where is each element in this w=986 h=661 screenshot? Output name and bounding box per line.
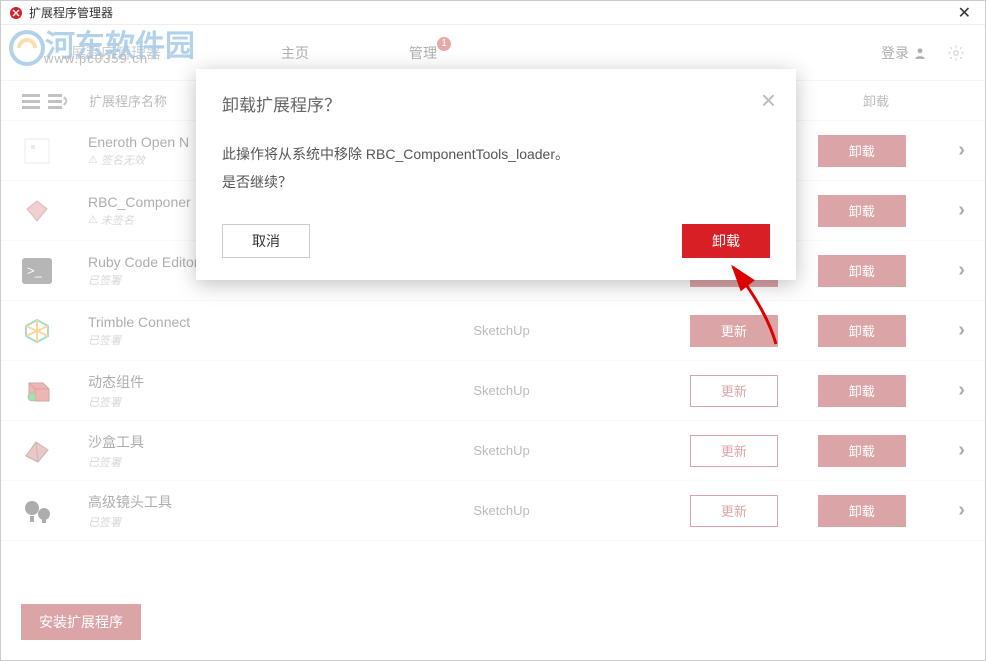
app-icon — [9, 6, 23, 20]
dialog-cancel-button[interactable]: 取消 — [222, 224, 310, 258]
uninstall-dialog: 卸载扩展程序？ × 此操作将从系统中移除 RBC_ComponentTools_… — [196, 69, 796, 280]
dialog-message-2: 是否继续？ — [222, 168, 770, 196]
window-title: 扩展程序管理器 — [29, 4, 952, 21]
window-close-button[interactable]: ✕ — [952, 3, 977, 23]
dialog-message-1: 此操作将从系统中移除 RBC_ComponentTools_loader。 — [222, 140, 770, 168]
dialog-title: 卸载扩展程序？ — [222, 91, 770, 116]
dialog-confirm-button[interactable]: 卸载 — [682, 224, 770, 258]
dialog-close-button[interactable]: × — [761, 87, 776, 113]
dialog-body: 此操作将从系统中移除 RBC_ComponentTools_loader。 是否… — [222, 140, 770, 196]
titlebar: 扩展程序管理器 ✕ — [1, 1, 985, 25]
